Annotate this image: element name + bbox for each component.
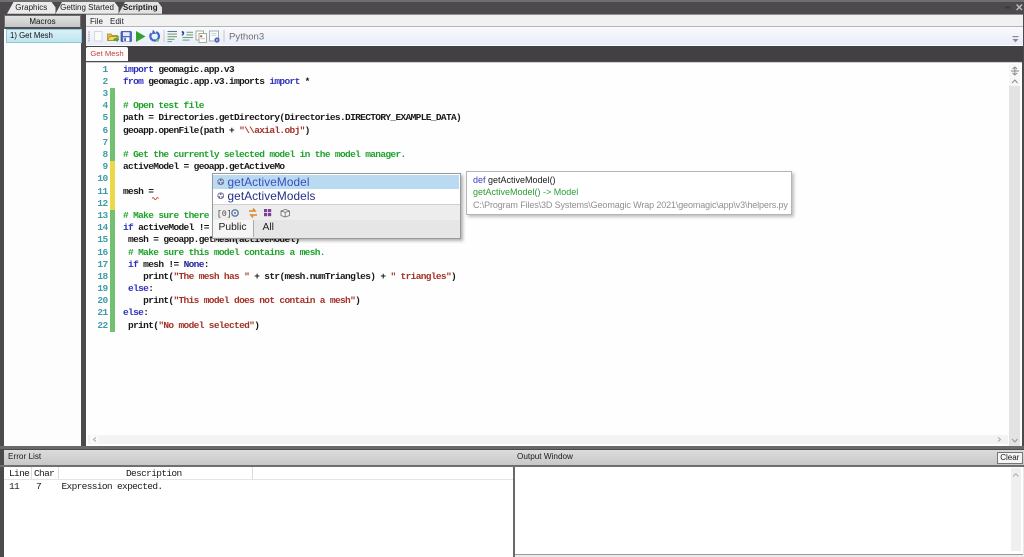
svg-text:Python3: Python3	[229, 32, 264, 43]
svg-text:[0]: [0]	[217, 210, 232, 219]
